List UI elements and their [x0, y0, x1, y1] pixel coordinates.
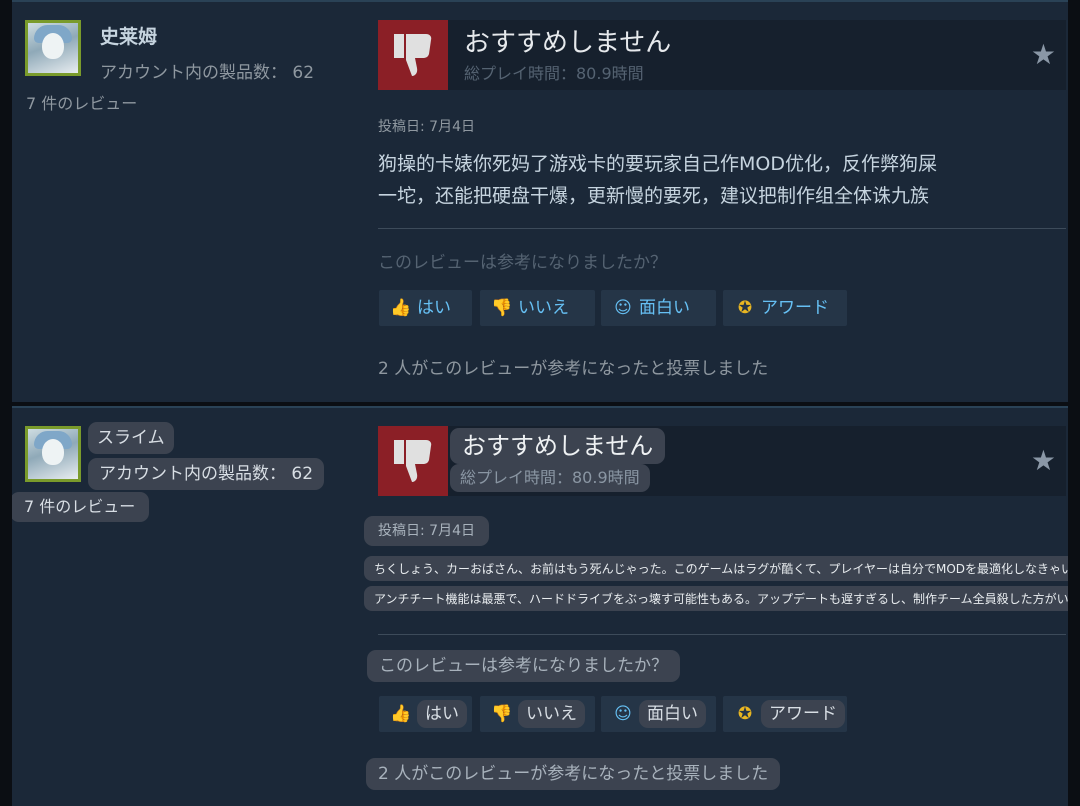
award-label: アワード — [761, 298, 829, 318]
star-icon[interactable]: ★ — [1031, 444, 1056, 477]
divider — [378, 634, 1066, 635]
review-body-line: アンチチート機能は最悪で、ハードドライブをぶっ壊す可能性もある。アップデートも遅… — [364, 586, 1068, 611]
not-recommended-badge — [378, 20, 448, 90]
helpful-votes: 2 人がこのレビューが参考になったと投票しました — [378, 359, 769, 379]
award-icon: ✪ — [737, 298, 753, 318]
avatar[interactable] — [25, 20, 81, 76]
review-verdict[interactable]: おすすめしません — [464, 22, 671, 59]
review-body-line: 一坨，还能把硬盘干爆，更新慢的要死，建议把制作组全体诛九族 — [378, 185, 930, 207]
username[interactable]: スライム — [88, 422, 174, 454]
thumbs-down-icon: 👎 — [491, 704, 513, 724]
vote-yes-button[interactable]: 👍 はい — [379, 696, 472, 732]
vote-no-button[interactable]: 👎 いいえ — [480, 290, 595, 326]
review-count[interactable]: 7 件のレビュー — [26, 90, 137, 114]
review-header: おすすめしません 総プレイ時間：80.9時間 ★ — [378, 20, 1066, 90]
thumbs-up-icon: 👍 — [390, 298, 412, 318]
product-count[interactable]: アカウント内の製品数： 62 — [100, 58, 314, 83]
vote-no-label: いいえ — [518, 700, 585, 728]
vote-funny-button[interactable]: ☺ 面白い — [601, 696, 716, 732]
vote-funny-button[interactable]: ☺ 面白い — [601, 290, 716, 326]
vote-yes-label: はい — [417, 298, 451, 318]
posted-date: 投稿日: 7月4日 — [378, 119, 475, 135]
avatar-face — [42, 33, 64, 59]
review-body: 狗操的卡婊你死妈了游戏卡的要玩家自己作MOD优化，反作弊狗屎 一坨，还能把硬盘干… — [378, 148, 1058, 212]
vote-yes-label: はい — [417, 700, 467, 728]
smiley-icon: ☺ — [614, 704, 632, 724]
avatar-face — [42, 439, 64, 465]
thumbs-down-icon — [394, 34, 432, 76]
review-verdict[interactable]: おすすめしません — [450, 428, 666, 464]
helpful-question: このレビューは参考になりましたか？ — [378, 253, 667, 273]
award-label: アワード — [761, 700, 845, 728]
vote-no-button[interactable]: 👎 いいえ — [480, 696, 595, 732]
thumbs-down-icon — [394, 440, 432, 482]
playtime: 総プレイ時間：80.9時間 — [450, 464, 650, 492]
helpful-votes: 2 人がこのレビューが参考になったと投票しました — [366, 758, 781, 790]
posted-date: 投稿日: 7月4日 — [364, 516, 489, 546]
playtime: 総プレイ時間：80.9時間 — [464, 64, 644, 83]
vote-yes-button[interactable]: 👍 はい — [379, 290, 472, 326]
smiley-icon: ☺ — [614, 298, 632, 318]
helpful-question: このレビューは参考になりましたか？ — [367, 650, 680, 682]
review-count[interactable]: 7 件のレビュー — [12, 492, 150, 522]
award-button[interactable]: ✪ アワード — [723, 696, 847, 732]
review-panel-translated: スライム アカウント内の製品数： 62 7 件のレビュー おすすめしません 総プ… — [12, 406, 1068, 806]
thumbs-down-icon: 👎 — [491, 298, 513, 318]
award-icon: ✪ — [737, 704, 753, 724]
username[interactable]: 史莱姆 — [100, 22, 157, 49]
vote-funny-label: 面白い — [639, 298, 690, 318]
award-button[interactable]: ✪ アワード — [723, 290, 847, 326]
star-icon[interactable]: ★ — [1031, 38, 1056, 71]
review-header: おすすめしません 総プレイ時間：80.9時間 ★ — [378, 426, 1066, 496]
review-body-line: 狗操的卡婊你死妈了游戏卡的要玩家自己作MOD优化，反作弊狗屎 — [378, 153, 937, 175]
avatar[interactable] — [25, 426, 81, 482]
vote-funny-label: 面白い — [639, 700, 706, 728]
review-body-line: ちくしょう、カーおばさん、お前はもう死んじゃった。このゲームはラグが酷くて、プレ… — [364, 556, 1068, 581]
review-panel-original: 史莱姆 アカウント内の製品数： 62 7 件のレビュー おすすめしません 総プレ… — [12, 0, 1068, 402]
divider — [378, 228, 1066, 229]
vote-no-label: いいえ — [518, 298, 569, 318]
thumbs-up-icon: 👍 — [390, 704, 412, 724]
product-count[interactable]: アカウント内の製品数： 62 — [88, 458, 325, 490]
not-recommended-badge — [378, 426, 448, 496]
